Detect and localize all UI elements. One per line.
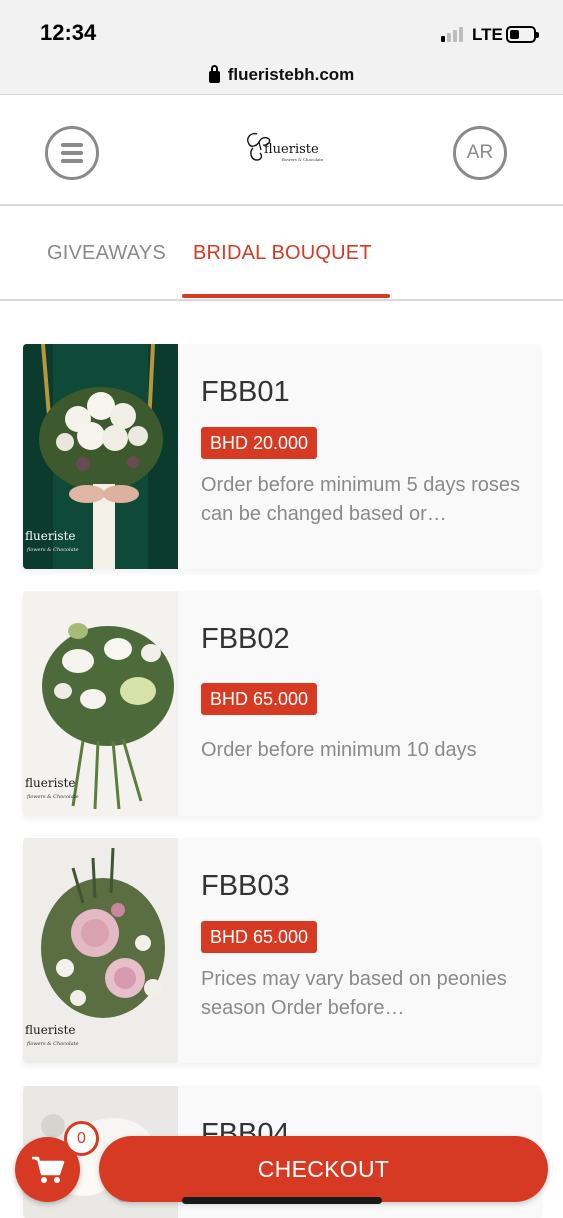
cart-count-badge: 0 xyxy=(64,1121,99,1156)
image-watermark-sub: flowers & Chocolate xyxy=(27,794,79,800)
product-image[interactable]: flueriste flowers & Chocolate xyxy=(23,344,178,569)
image-watermark-sub: flowers & Chocolate xyxy=(27,1041,79,1047)
network-label: LTE xyxy=(472,25,503,44)
price-badge: BHD 65.000 xyxy=(201,683,318,715)
product-code[interactable]: FBB01 xyxy=(201,376,290,409)
battery-icon xyxy=(506,26,539,43)
language-button[interactable]: AR xyxy=(453,126,507,180)
product-description: Prices may vary based on peonies season … xyxy=(201,968,507,1019)
category-tabs: GIVEAWAYS BRIDAL BOUQUET xyxy=(0,206,563,301)
address-bar[interactable]: flueristebh.com xyxy=(0,56,563,95)
logo-subtext: flowers & Chocolate xyxy=(282,157,324,162)
product-card[interactable]: flueriste flowers & Chocolate FBB03 BHD … xyxy=(23,838,540,1063)
status-bar: 12:34 LTE xyxy=(0,0,563,56)
hamburger-icon xyxy=(61,143,83,147)
price-badge: BHD 65.000 xyxy=(201,921,318,953)
lock-icon xyxy=(208,65,220,83)
image-watermark: flueriste xyxy=(25,1023,76,1037)
tab-bridal-bouquet[interactable]: BRIDAL BOUQUET xyxy=(193,242,372,265)
product-code[interactable]: FBB03 xyxy=(201,870,290,903)
signal-icon xyxy=(441,27,463,42)
product-list: flueriste flowers & Chocolate FBB01 BHD … xyxy=(0,301,563,1218)
product-description: Order before minimum 10 days xyxy=(201,739,477,761)
product-card[interactable]: flueriste flowers & Chocolate FBB01 BHD … xyxy=(23,344,540,569)
product-image[interactable]: flueriste flowers & Chocolate xyxy=(23,591,178,816)
image-watermark: flueriste xyxy=(25,776,76,790)
image-watermark-sub: flowers & Chocolate xyxy=(27,547,79,553)
tab-giveaways[interactable]: GIVEAWAYS xyxy=(47,242,166,265)
active-tab-indicator xyxy=(182,294,390,298)
product-card[interactable]: flueriste flowers & Chocolate FBB02 BHD … xyxy=(23,591,540,816)
product-description: Order before minimum 5 days roses can be… xyxy=(201,474,521,525)
logo-text: flueriste xyxy=(264,142,319,157)
image-watermark: flueriste xyxy=(25,529,76,543)
product-image[interactable]: flueriste flowers & Chocolate xyxy=(23,838,178,1063)
url-text: flueristebh.com xyxy=(227,65,355,84)
menu-button[interactable] xyxy=(45,126,99,180)
home-indicator[interactable] xyxy=(182,1197,382,1204)
cart-icon xyxy=(31,1156,64,1183)
site-header: flueriste flowers & Chocolate AR xyxy=(0,95,563,206)
price-badge: BHD 20.000 xyxy=(201,427,318,459)
checkout-button[interactable]: CHECKOUT xyxy=(99,1136,548,1202)
status-time: 12:34 xyxy=(40,20,97,45)
product-code[interactable]: FBB02 xyxy=(201,623,290,656)
